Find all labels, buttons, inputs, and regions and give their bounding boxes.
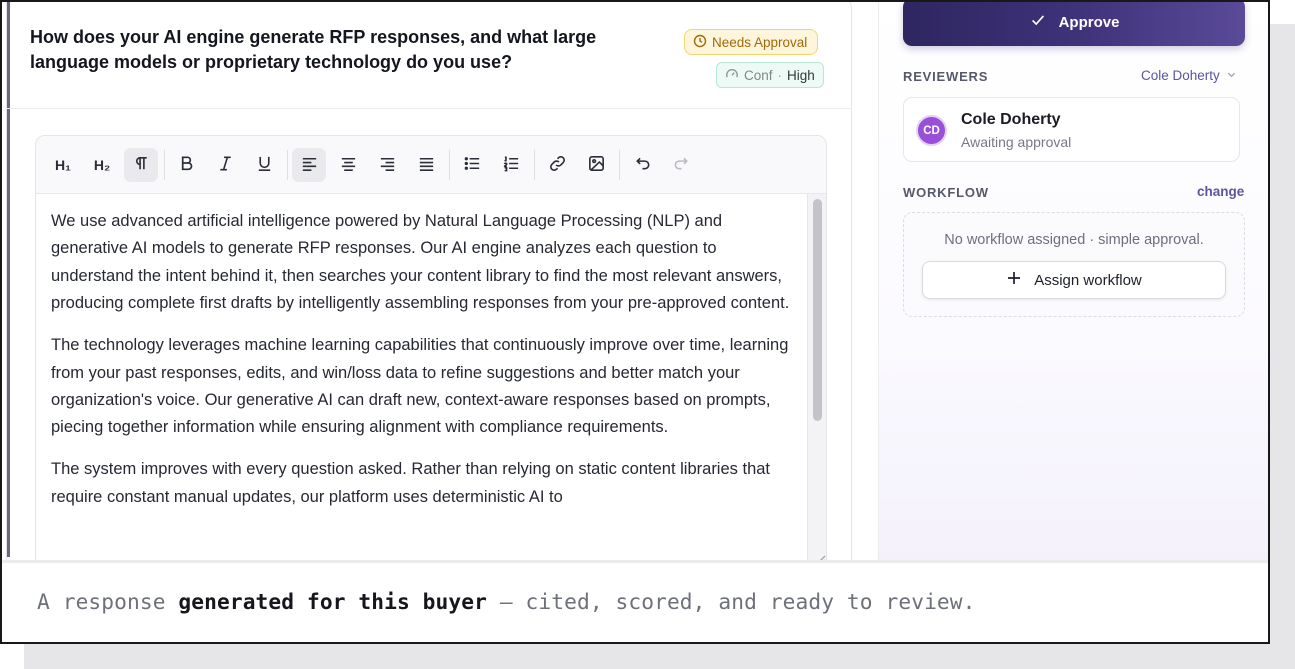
- h2-icon: H₂: [93, 157, 111, 173]
- clock-icon: [693, 34, 707, 51]
- align-justify-icon: [417, 154, 436, 177]
- undo-icon: [633, 154, 652, 177]
- caption-divider: [2, 560, 1268, 563]
- paragraph: We use advanced artificial intelligence …: [51, 212, 790, 313]
- bullet-list-button[interactable]: [455, 148, 489, 182]
- numbered-list-button[interactable]: [494, 148, 528, 182]
- reviewer-status: Awaiting approval: [961, 134, 1072, 150]
- assign-workflow-button[interactable]: Assign workflow: [922, 261, 1226, 299]
- toolbar-divider: [287, 150, 288, 180]
- toolbar-divider: [449, 150, 450, 180]
- workflow-empty-text: No workflow assigned · simple approval.: [944, 232, 1204, 248]
- paragraph: The system improves with every question …: [51, 460, 771, 506]
- undo-button[interactable]: [625, 148, 659, 182]
- chevron-down-icon: [1226, 68, 1237, 83]
- paragraph: The technology leverages machine learnin…: [51, 336, 789, 437]
- paragraph-icon: [132, 154, 151, 177]
- bullet-list-icon: [463, 154, 482, 177]
- bold-button[interactable]: [169, 148, 203, 182]
- app-window: How does your AI engine generate RFP res…: [2, 2, 1268, 560]
- scrollbar-thumb[interactable]: [813, 199, 822, 421]
- caption-prefix: A response: [37, 589, 179, 614]
- insert-image-button[interactable]: [579, 148, 613, 182]
- editor-scrollbar[interactable]: [807, 194, 826, 560]
- toolbar-divider: [619, 150, 620, 180]
- confidence-badge: Conf · High: [716, 62, 824, 88]
- workflow-heading: WORKFLOW: [903, 185, 989, 200]
- screenshot-frame: How does your AI engine generate RFP res…: [0, 0, 1270, 644]
- underline-icon: [255, 154, 274, 177]
- caption-emphasis: generated for this buyer: [178, 589, 487, 614]
- reviewer-dropdown[interactable]: Cole Doherty: [1141, 68, 1237, 83]
- plus-icon: [1006, 270, 1022, 290]
- rich-text-editor: H₁ H₂ We use advanced artificial intelli…: [35, 135, 827, 560]
- numbered-list-icon: [502, 154, 521, 177]
- resize-handle-icon[interactable]: [816, 551, 826, 560]
- assign-workflow-label: Assign workflow: [1034, 271, 1142, 289]
- redo-button[interactable]: [664, 148, 698, 182]
- insert-link-button[interactable]: [540, 148, 574, 182]
- heading-2-button[interactable]: H₂: [85, 148, 119, 182]
- align-right-button[interactable]: [370, 148, 404, 182]
- italic-icon: [216, 154, 235, 177]
- align-justify-button[interactable]: [409, 148, 443, 182]
- question-card: How does your AI engine generate RFP res…: [6, 2, 852, 560]
- gauge-icon: [725, 67, 739, 84]
- editor-toolbar: H₁ H₂: [36, 136, 826, 194]
- redo-icon: [672, 154, 691, 177]
- reviewer-card: CD Cole Doherty Awaiting approval: [903, 97, 1240, 162]
- underline-button[interactable]: [247, 148, 281, 182]
- link-icon: [548, 154, 567, 177]
- editor-content[interactable]: We use advanced artificial intelligence …: [51, 208, 791, 526]
- confidence-label: Conf: [744, 67, 773, 83]
- avatar: CD: [916, 115, 947, 146]
- toolbar-divider: [164, 150, 165, 180]
- status-badge: Needs Approval: [684, 29, 819, 55]
- h1-icon: H₁: [55, 157, 71, 173]
- question-title: How does your AI engine generate RFP res…: [30, 27, 597, 72]
- reviewer-name: Cole Doherty: [961, 111, 1061, 128]
- image-icon: [587, 154, 606, 177]
- reviewer-dropdown-value: Cole Doherty: [1141, 68, 1220, 83]
- question-header: How does your AI engine generate RFP res…: [7, 2, 852, 109]
- caption: A response generated for this buyer — ci…: [37, 589, 976, 614]
- check-icon: [1029, 11, 1047, 33]
- toolbar-divider: [534, 150, 535, 180]
- italic-button[interactable]: [208, 148, 242, 182]
- caption-suffix: — cited, scored, and ready to review.: [486, 589, 976, 614]
- align-center-button[interactable]: [331, 148, 365, 182]
- approval-panel: Approve REVIEWERS Cole Doherty CD Cole D…: [878, 2, 1268, 560]
- bold-icon: [177, 154, 196, 177]
- approve-button[interactable]: Approve: [903, 2, 1245, 46]
- workflow-box: No workflow assigned · simple approval. …: [903, 212, 1245, 317]
- reviewers-heading: REVIEWERS: [903, 69, 989, 84]
- confidence-value: High: [787, 67, 815, 83]
- change-workflow-link[interactable]: change: [1197, 184, 1244, 199]
- approve-label: Approve: [1058, 13, 1120, 31]
- align-right-icon: [378, 154, 397, 177]
- align-center-icon: [339, 154, 358, 177]
- heading-1-button[interactable]: H₁: [46, 148, 80, 182]
- paragraph-button[interactable]: [124, 148, 158, 182]
- status-badge-label: Needs Approval: [712, 34, 808, 50]
- confidence-separator: ·: [777, 67, 783, 83]
- align-left-icon: [300, 154, 319, 177]
- align-left-button[interactable]: [292, 148, 326, 182]
